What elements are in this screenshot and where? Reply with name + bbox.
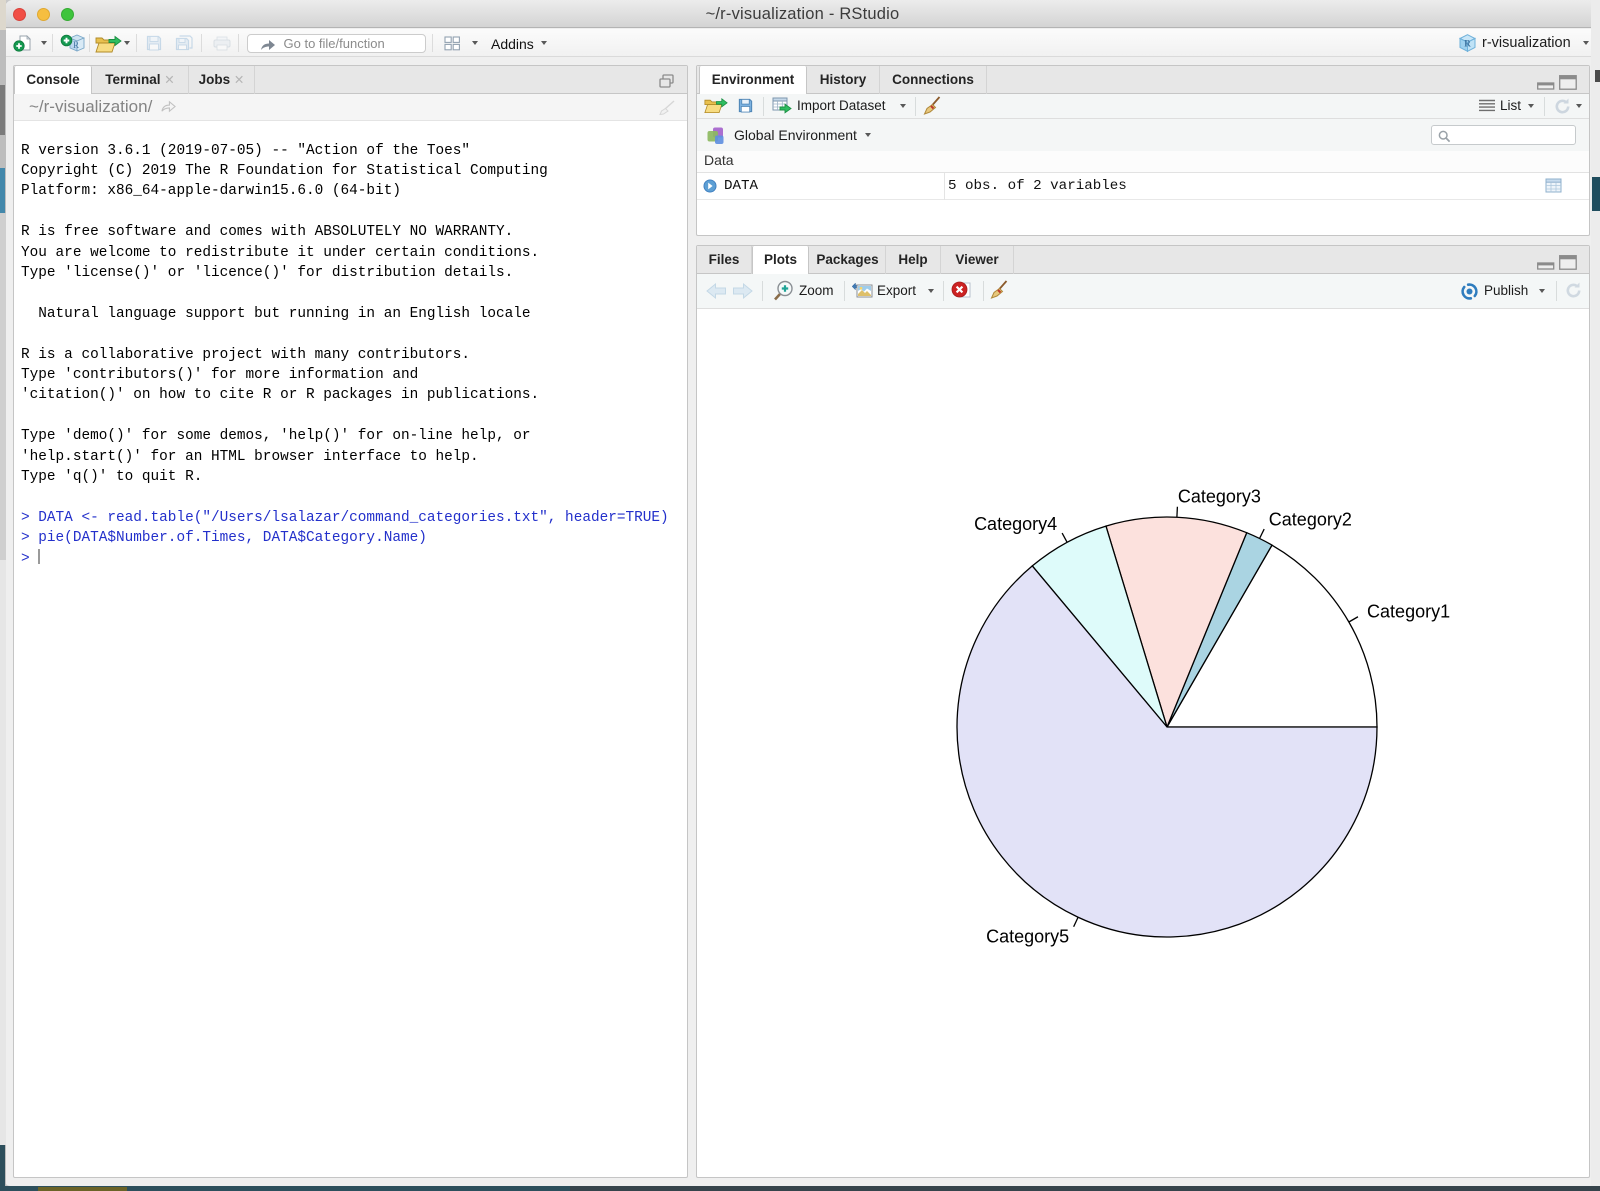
svg-text:Category1: Category1 <box>1367 602 1450 622</box>
svg-text:R: R <box>73 40 79 50</box>
svg-text:Category4: Category4 <box>974 514 1057 534</box>
svg-text:Category5: Category5 <box>986 926 1069 946</box>
svg-text:Category2: Category2 <box>1269 510 1352 530</box>
svg-text:Category3: Category3 <box>1178 486 1261 506</box>
svg-text:R: R <box>1464 39 1471 49</box>
